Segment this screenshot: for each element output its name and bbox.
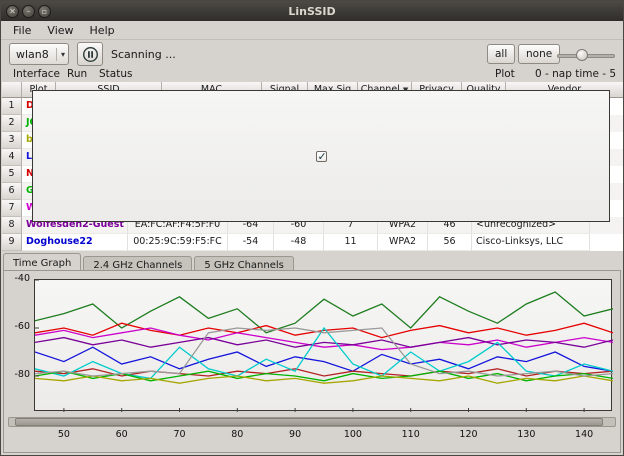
y-tick-label: -40 [4,273,30,284]
table-body: 1Doghouse1200:25:9C:34:63:06-63-611WPA24… [2,98,624,251]
slider-handle[interactable] [576,49,588,61]
menu-file[interactable]: File [5,22,39,39]
chevron-down-icon [56,48,65,61]
x-tick-label: 100 [344,429,362,440]
toolbar: wlan8 Scanning ... all none [1,40,623,68]
scrollbar-handle[interactable] [15,418,603,426]
status-label: Status [99,68,132,80]
tab-24ghz-channels[interactable]: 2.4 GHz Channels [83,256,192,271]
graph-horizontal-scrollbar[interactable] [8,417,616,427]
privacy-cell: WPA2 [378,234,428,251]
plot-label: Plot [495,68,515,80]
menu-bar: File View Help [1,21,623,40]
y-tick-label: -80 [4,369,30,380]
plot-line-Doghouse22 [35,292,613,333]
window-title: LinSSID [1,5,623,18]
x-tick-label: 140 [575,429,593,440]
table-row[interactable]: 9Doghouse2200:25:9C:59:F5:FC-54-4811WPA2… [2,234,624,251]
row-number: 1 [2,98,22,115]
x-tick-label: 110 [402,429,420,440]
pause-icon [82,46,99,63]
titlebar: LinSSID [1,1,623,21]
mac-cell: 00:25:9C:59:F5:FC [128,234,228,251]
plot-line-NETGEAR02 [35,369,613,376]
row-number: 2 [2,115,22,132]
time-graph-panel: -40 -60 -80 50 60 70 80 90 100 110 120 130 140 [3,270,621,453]
run-label: Run [67,68,87,80]
networks-table: Plot SSID MAC Signal Max Sig Channel▼ Pr… [2,82,624,251]
row-number: 9 [2,234,22,251]
row-number: 7 [2,200,22,217]
max-sig-cell: -48 [274,234,324,251]
tab-5ghz-channels[interactable]: 5 GHz Channels [194,256,294,271]
y-tick-label: -60 [4,321,30,332]
status-text: Scanning ... [111,48,176,61]
header-rownum [2,82,22,98]
menu-view[interactable]: View [39,22,81,39]
row-number: 5 [2,166,22,183]
vendor-cell: Cisco-Linksys, LLC [472,234,590,251]
interface-combobox[interactable]: wlan8 [9,43,69,65]
time-graph-plot [34,279,612,411]
row-number: 3 [2,132,22,149]
x-tick-label: 70 [173,429,185,440]
row-number: 6 [2,183,22,200]
x-axis-labels: 50 60 70 80 90 100 110 120 130 140 [4,429,620,441]
toolbar-labels: Interface Run Status Plot 0 - nap time -… [1,68,623,81]
nap-time-label: 0 - nap time - 5 [535,68,616,80]
tab-bar: Time Graph 2.4 GHz Channels 5 GHz Channe… [3,253,296,271]
x-tick-label: 50 [58,429,70,440]
plot-line-Doghouse12 [35,323,613,337]
time-graph-svg [35,280,613,412]
y-axis-labels: -40 -60 -80 [4,271,32,421]
quality-cell: 56 [428,234,472,251]
x-tick-label: 130 [517,429,535,440]
ssid-cell: Doghouse22 [22,234,128,251]
plot-all-button[interactable]: all [487,44,515,64]
interface-label: Interface [13,68,60,80]
plot-checkbox[interactable] [316,151,327,162]
plot-line-Wolfesden2-Guest [35,338,613,348]
signal-cell: -54 [228,234,274,251]
x-tick-label: 80 [231,429,243,440]
row-number: 8 [2,217,22,234]
x-tick-label: 120 [459,429,477,440]
tab-time-graph[interactable]: Time Graph [3,253,81,271]
menu-help[interactable]: Help [82,22,123,39]
row-number: 4 [2,149,22,166]
x-tick-label: 90 [289,429,301,440]
plot-line-Linksysjonesgoldrouter [35,347,613,371]
nap-time-slider[interactable] [557,48,615,62]
x-tick-label: 60 [116,429,128,440]
plot-none-button[interactable]: none [518,44,560,64]
linssid-window: LinSSID File View Help wlan8 Scanning ..… [0,0,624,456]
run-button[interactable] [77,42,103,66]
plot-line-Wolfesden2 [35,328,613,350]
plot-line-belkin.0c6 [35,376,613,383]
channel-cell: 11 [324,234,378,251]
plot-cell [32,90,610,222]
interface-combobox-value: wlan8 [16,48,49,61]
